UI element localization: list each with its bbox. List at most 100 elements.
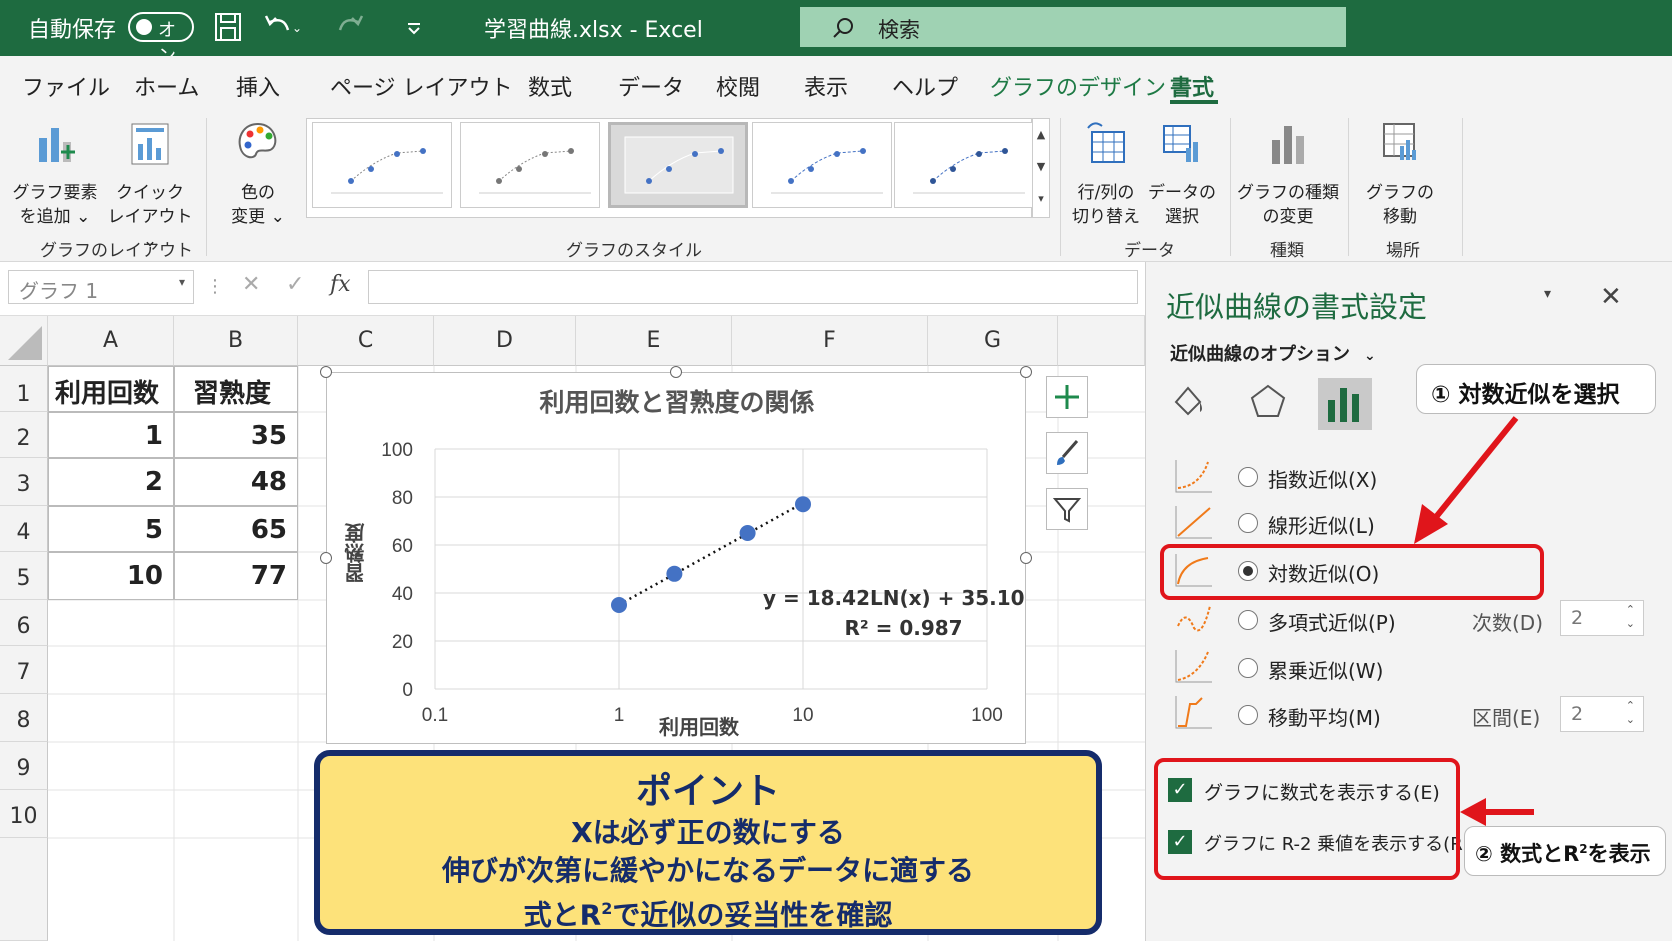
- row-header[interactable]: 3: [0, 458, 48, 506]
- effects-icon[interactable]: [1248, 382, 1288, 422]
- row-header[interactable]: 2: [0, 412, 48, 458]
- resize-handle[interactable]: [1020, 552, 1032, 564]
- cell-value[interactable]: 10: [48, 552, 174, 600]
- row-header[interactable]: 7: [0, 646, 48, 694]
- resize-handle[interactable]: [670, 366, 682, 378]
- chart-style-2[interactable]: [460, 122, 600, 208]
- column-header[interactable]: B: [174, 316, 298, 366]
- column-header[interactable]: F: [732, 316, 928, 366]
- move-chart-button[interactable]: グラフの 移動: [1360, 118, 1440, 229]
- trendline-label[interactable]: y = 18.42LN(x) + 35.10 R² = 0.987: [763, 583, 1025, 643]
- group-label-layout: グラフのレイアウト: [40, 241, 193, 261]
- tab-page-layout[interactable]: ページ レイアウト: [330, 70, 513, 102]
- row-header[interactable]: 10: [0, 790, 48, 838]
- trendline-options-tab[interactable]: [1318, 378, 1372, 430]
- close-icon[interactable]: ✕: [1600, 282, 1622, 312]
- radio-power[interactable]: [1238, 658, 1258, 678]
- save-icon[interactable]: [214, 12, 242, 42]
- tab-view[interactable]: 表示: [804, 70, 848, 102]
- data-point: [739, 525, 756, 541]
- name-box[interactable]: グラフ 1 ▾: [8, 270, 194, 304]
- cell-value[interactable]: 65: [174, 506, 298, 552]
- option-label: 累乗近似(W): [1268, 659, 1384, 683]
- gallery-scroll[interactable]: ▲ ▼ ▾: [1032, 118, 1050, 218]
- change-chart-type-button[interactable]: グラフの種類 の変更: [1236, 118, 1340, 229]
- move-chart-icon: [1383, 123, 1416, 160]
- tab-formulas[interactable]: 数式: [528, 70, 572, 102]
- option-label: 移動平均(M): [1268, 706, 1381, 730]
- panel-options-dropdown[interactable]: ▾: [1544, 286, 1551, 302]
- highlight-logarithmic: [1160, 544, 1544, 600]
- row-header[interactable]: 1: [0, 366, 48, 412]
- cell-header[interactable]: 利用回数: [48, 366, 174, 412]
- enter-icon[interactable]: ✓: [286, 272, 304, 297]
- chart-style-3[interactable]: [608, 122, 748, 208]
- row-header[interactable]: 6: [0, 600, 48, 646]
- row-header[interactable]: 5: [0, 552, 48, 600]
- chart-style-4[interactable]: [752, 122, 892, 208]
- chart-area[interactable]: 利用回数と習熟度の関係 0 20 40 60 80 100 0.1 1 10 100 利用回数 習…: [320, 366, 1032, 745]
- chart-style-1[interactable]: [312, 122, 452, 208]
- undo-icon[interactable]: ⌄: [262, 12, 302, 42]
- tab-help[interactable]: ヘルプ: [892, 70, 958, 102]
- plot-area[interactable]: 0204060801000.1 1 10 100: [327, 373, 1027, 745]
- callout-step2: ② 数式とR2を表示: [1464, 826, 1666, 876]
- add-chart-element-icon: [39, 128, 75, 162]
- trendline-equation: y = 18.42LN(x) + 35.10: [763, 586, 1025, 610]
- tab-data[interactable]: データ: [618, 70, 684, 102]
- data-point: [795, 496, 811, 513]
- radio-moving-average[interactable]: [1238, 705, 1258, 725]
- column-header[interactable]: G: [928, 316, 1058, 366]
- resize-handle[interactable]: [320, 366, 332, 378]
- cell-value[interactable]: 48: [174, 458, 298, 506]
- order-stepper[interactable]: 2 ⌃ ⌄: [1560, 600, 1644, 636]
- column-header[interactable]: E: [576, 316, 732, 366]
- cell-value[interactable]: 2: [48, 458, 174, 506]
- fill-line-icon[interactable]: [1168, 380, 1208, 420]
- radio-exponential[interactable]: [1238, 467, 1258, 487]
- row-header[interactable]: 4: [0, 506, 48, 552]
- resize-handle[interactable]: [320, 552, 332, 564]
- autosave-toggle[interactable]: オン: [128, 12, 194, 67]
- formula-input[interactable]: [368, 270, 1138, 304]
- chart-style-5[interactable]: [894, 122, 1034, 208]
- tab-format[interactable]: 書式: [1170, 70, 1214, 102]
- column-header[interactable]: C: [298, 316, 434, 366]
- section-dropdown[interactable]: 近似曲線のオプション ⌄: [1170, 340, 1376, 366]
- select-data-button[interactable]: データの 選択: [1144, 118, 1220, 229]
- change-color-button[interactable]: 色の 変更 ⌄: [216, 118, 300, 229]
- row-header[interactable]: 9: [0, 742, 48, 790]
- radio-linear[interactable]: [1238, 513, 1258, 533]
- tab-review[interactable]: 校閲: [716, 70, 760, 102]
- row-header[interactable]: 8: [0, 694, 48, 742]
- column-header[interactable]: A: [48, 316, 174, 366]
- cell-value[interactable]: 1: [48, 412, 174, 458]
- customize-qat-icon[interactable]: [404, 18, 424, 38]
- quick-layout-button[interactable]: クイック レイアウト ⌄: [104, 118, 196, 253]
- tab-chart-design[interactable]: グラフのデザイン: [990, 70, 1166, 102]
- cell-header[interactable]: 習熟度: [174, 366, 298, 412]
- tab-file[interactable]: ファイル: [22, 70, 110, 102]
- y-tick-label: 60: [392, 536, 413, 557]
- add-chart-element-button[interactable]: グラフ要素 を追加 ⌄: [10, 118, 100, 229]
- point-callout: ポイント Xは必ず正の数にする 伸びが次第に緩やかになるデータに適する 式とR2…: [314, 750, 1102, 935]
- chart-filters-button[interactable]: [1046, 488, 1088, 530]
- cell-value[interactable]: 35: [174, 412, 298, 458]
- chart-elements-button[interactable]: [1046, 376, 1088, 418]
- cell-value[interactable]: 77: [174, 552, 298, 600]
- cancel-icon[interactable]: ✕: [242, 272, 260, 297]
- search-box[interactable]: 検索: [800, 7, 1346, 47]
- switch-row-column-button[interactable]: 行/列の 切り替え: [1066, 118, 1146, 229]
- period-stepper[interactable]: 2 ⌃ ⌄: [1560, 696, 1644, 732]
- column-header[interactable]: D: [434, 316, 576, 366]
- resize-handle[interactable]: [1020, 366, 1032, 378]
- insert-function-icon[interactable]: fx: [330, 272, 351, 297]
- radio-polynomial[interactable]: [1238, 610, 1258, 630]
- power-icon: [1175, 650, 1212, 683]
- tab-home[interactable]: ホーム: [134, 70, 199, 102]
- cell-value[interactable]: 5: [48, 506, 174, 552]
- tab-insert[interactable]: 挿入: [236, 70, 280, 102]
- select-all[interactable]: [0, 316, 48, 366]
- chart-styles-button[interactable]: [1046, 432, 1088, 474]
- redo-icon[interactable]: [332, 12, 372, 42]
